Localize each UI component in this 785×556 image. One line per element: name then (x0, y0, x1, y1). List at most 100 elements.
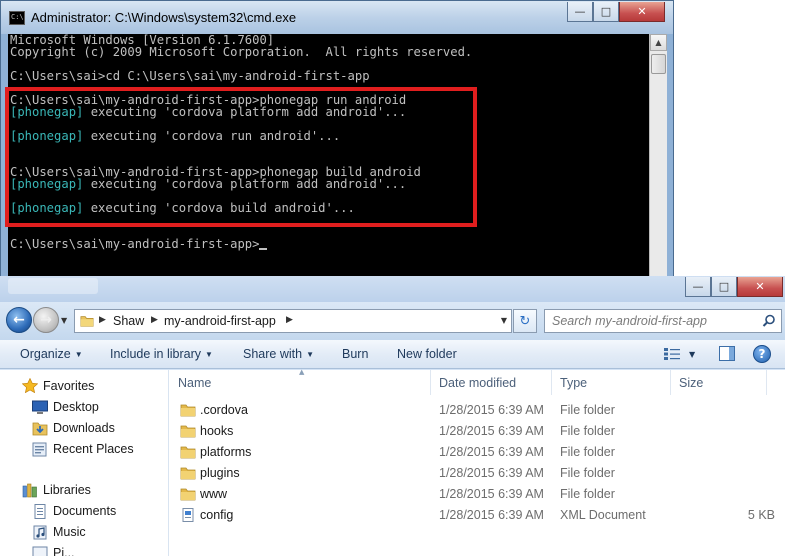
explorer-maximize-button[interactable]: □ (711, 277, 737, 297)
explorer-close-button[interactable]: ✕ (737, 277, 783, 297)
file-list: ▲ Name Date modified Type Size .cordova 1… (169, 368, 785, 556)
explorer-minimize-button[interactable]: — (685, 277, 711, 297)
command-bar: Organize ▼ Include in library ▼ Share with… (0, 340, 785, 369)
file-row[interactable]: .cordova 1/28/2015 6:39 AM File folder (169, 400, 785, 421)
console-text: C:\Users\sai>cd C:\Users\sai\my-android-… (10, 69, 370, 83)
title-bar-ghost (8, 278, 98, 294)
file-size: 5 KB (747, 508, 775, 522)
file-row[interactable]: hooks 1/28/2015 6:39 AM File folder (169, 421, 785, 442)
sidebar-item-downloads[interactable]: Downloads (53, 421, 115, 435)
file-row[interactable]: platforms 1/28/2015 6:39 AM File folder (169, 442, 785, 463)
back-arrow-icon[interactable]: ← (6, 307, 32, 333)
xml-document-icon (182, 508, 194, 522)
sidebar-item-desktop[interactable]: Desktop (53, 400, 99, 414)
downloads-icon (32, 422, 48, 436)
file-date-modified: 1/28/2015 6:39 AM (439, 445, 544, 459)
scroll-up-arrow-icon[interactable]: ▲ (650, 34, 667, 51)
cmd-title-bar[interactable]: C:\ Administrator: C:\Windows\system32\c… (1, 1, 673, 34)
sidebar-item-favorites[interactable]: Favorites (43, 379, 94, 393)
breadcrumb-chevron-icon[interactable]: ▶ (286, 315, 293, 325)
breadcrumb-chevron-icon[interactable]: ▶ (151, 315, 158, 325)
share-with-label: Share with (243, 347, 303, 361)
folder-icon (180, 446, 196, 459)
cmd-icon: C:\ (9, 11, 25, 25)
maximize-button[interactable]: □ (593, 2, 619, 22)
explorer-title-bar[interactable]: — □ ✕ (0, 276, 785, 302)
file-date-modified: 1/28/2015 6:39 AM (439, 403, 544, 417)
file-date-modified: 1/28/2015 6:39 AM (439, 508, 544, 522)
file-name: .cordova (200, 403, 248, 417)
music-icon (33, 525, 47, 540)
navigation-bar: ← → ▼ ▶ Shaw ▶ my-android-first-app ▶ ▼ … (0, 302, 785, 340)
file-date-modified: 1/28/2015 6:39 AM (439, 424, 544, 438)
favorites-star-icon (22, 378, 38, 393)
column-header-size[interactable]: Size (670, 370, 766, 395)
folder-icon (80, 316, 94, 327)
file-type: XML Document (560, 508, 646, 522)
folder-icon (180, 467, 196, 480)
column-header-name[interactable]: Name (169, 370, 430, 395)
recent-pages-dropdown-icon[interactable]: ▼ (61, 316, 67, 325)
refresh-icon[interactable]: ↻ (513, 309, 537, 333)
file-row[interactable]: www 1/28/2015 6:39 AM File folder (169, 484, 785, 505)
scrollbar-thumb[interactable] (651, 54, 666, 74)
burn-button[interactable]: Burn (342, 347, 368, 361)
file-row[interactable]: config 1/28/2015 6:39 AM XML Document 5 KB (169, 505, 785, 526)
new-folder-button[interactable]: New folder (397, 347, 457, 361)
share-with-button[interactable]: Share with ▼ (243, 347, 314, 361)
breadcrumb-current-folder[interactable]: my-android-first-app (164, 314, 276, 328)
console-line: Copyright (c) 2009 Microsoft Corporation… (10, 46, 649, 58)
pictures-icon (32, 546, 48, 556)
explorer-window: — □ ✕ ← → ▼ ▶ Shaw ▶ my-android-first-ap… (0, 276, 785, 556)
chevron-down-icon: ▼ (306, 350, 314, 359)
folder-icon (180, 404, 196, 417)
sidebar-item-pictures[interactable]: Pi... (53, 546, 75, 556)
forward-arrow-icon[interactable]: → (33, 307, 59, 333)
file-date-modified: 1/28/2015 6:39 AM (439, 487, 544, 501)
folder-icon (180, 425, 196, 438)
sidebar-item-music[interactable]: Music (53, 525, 86, 539)
organize-label: Organize (20, 347, 71, 361)
include-in-library-label: Include in library (110, 347, 202, 361)
sidebar-item-recent-places[interactable]: Recent Places (53, 442, 134, 456)
file-name: hooks (200, 424, 234, 438)
chevron-down-icon: ▼ (205, 350, 213, 359)
text-cursor (259, 248, 268, 250)
vertical-scrollbar[interactable]: ▲ (649, 34, 667, 280)
preview-pane-icon[interactable] (719, 346, 735, 361)
documents-icon (34, 504, 46, 519)
column-separator[interactable] (766, 370, 767, 395)
organize-button[interactable]: Organize ▼ (20, 347, 83, 361)
view-options-dropdown-icon[interactable]: ▼ (689, 350, 695, 359)
recent-places-icon (32, 442, 47, 457)
console-line: C:\Users\sai>cd C:\Users\sai\my-android-… (10, 70, 649, 82)
cmd-window-title: Administrator: C:\Windows\system32\cmd.e… (31, 10, 297, 25)
file-type: File folder (560, 424, 615, 438)
console-text: C:\Users\sai\my-android-first-app> (10, 237, 260, 251)
annotation-highlight-box (5, 87, 477, 227)
file-row[interactable]: plugins 1/28/2015 6:39 AM File folder (169, 463, 785, 484)
column-header-type[interactable]: Type (551, 370, 670, 395)
file-type: File folder (560, 466, 615, 480)
search-icon[interactable] (762, 314, 776, 328)
file-name: platforms (200, 445, 252, 459)
libraries-icon (22, 483, 37, 498)
close-button[interactable]: ✕ (619, 2, 665, 22)
include-in-library-button[interactable]: Include in library ▼ (110, 347, 213, 361)
breadcrumb-shaw[interactable]: Shaw (113, 314, 144, 328)
column-header-date-modified[interactable]: Date modified (430, 370, 551, 395)
help-icon[interactable]: ? (753, 345, 771, 363)
desktop-icon (32, 400, 48, 414)
navigation-pane: Favorites Desktop Downloads Recent Place… (0, 370, 168, 556)
change-view-icon[interactable] (664, 348, 680, 360)
sidebar-item-documents[interactable]: Documents (53, 504, 116, 518)
address-dropdown-icon[interactable]: ▼ (501, 316, 507, 325)
breadcrumb-chevron-icon[interactable]: ▶ (99, 315, 106, 325)
address-bar[interactable]: ▶ Shaw ▶ my-android-first-app ▶ ▼ (74, 309, 512, 333)
minimize-button[interactable]: — (567, 2, 593, 22)
search-input[interactable]: Search my-android-first-app (544, 309, 782, 333)
file-type: File folder (560, 487, 615, 501)
sidebar-item-libraries[interactable]: Libraries (43, 483, 91, 497)
file-type: File folder (560, 403, 615, 417)
file-date-modified: 1/28/2015 6:39 AM (439, 466, 544, 480)
